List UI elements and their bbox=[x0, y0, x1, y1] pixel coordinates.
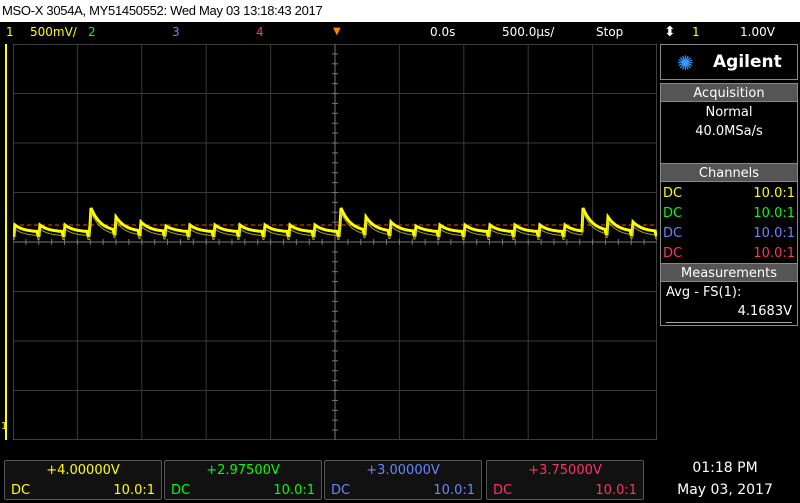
channel-probe-ratio: 10.0:1 bbox=[753, 226, 795, 241]
channel-4-offset-box[interactable]: +3.75000V DC 10.0:1 bbox=[486, 460, 644, 500]
ch1-ground-marker[interactable]: 1 bbox=[1, 421, 7, 432]
ch3-number[interactable]: 3 bbox=[172, 22, 180, 42]
channel-offset: +4.00000V bbox=[46, 463, 120, 478]
sample-rate: 40.0MSa/s bbox=[695, 124, 763, 139]
side-panel: ✺ Agilent Acquisition Normal 40.0MSa/s C… bbox=[660, 44, 800, 440]
ch4-number[interactable]: 4 bbox=[256, 22, 264, 42]
ch1-scale[interactable]: 500mV/ bbox=[30, 22, 77, 42]
channel-1-offset-box[interactable]: +4.00000V DC 10.0:1 bbox=[4, 460, 162, 500]
channel-probe-ratio: 10.0:1 bbox=[753, 186, 795, 201]
channel-probe-ratio: 10.0:1 bbox=[113, 483, 155, 498]
clock-date: May 03, 2017 bbox=[677, 482, 773, 498]
trigger-level[interactable]: 1.00V bbox=[740, 22, 775, 42]
channel-coupling: DC bbox=[171, 483, 191, 498]
time-scale[interactable]: 500.0µs/ bbox=[502, 22, 554, 42]
channel-coupling: DC bbox=[663, 226, 683, 241]
channel-4-row[interactable]: DC 10.0:1 bbox=[663, 244, 795, 264]
channel-offset: +3.00000V bbox=[366, 463, 440, 478]
channel-offset: +3.75000V bbox=[528, 463, 602, 478]
brand-box: ✺ Agilent bbox=[660, 44, 798, 80]
window-title: MSO-X 3054A, MY51450552: Wed May 03 13:1… bbox=[0, 0, 800, 22]
clock: 01:18 PM May 03, 2017 bbox=[650, 456, 800, 498]
left-marker-strip: 1 bbox=[0, 44, 13, 440]
measurement-underline bbox=[666, 322, 792, 323]
trigger-channel[interactable]: 1 bbox=[692, 22, 700, 42]
ch1-number[interactable]: 1 bbox=[6, 22, 14, 42]
run-state[interactable]: Stop bbox=[596, 22, 623, 42]
channel-probe-ratio: 10.0:1 bbox=[753, 206, 795, 221]
acquisition-mode: Normal bbox=[705, 105, 753, 120]
channel-1-row[interactable]: DC 10.0:1 bbox=[663, 184, 795, 204]
clock-time: 01:18 PM bbox=[692, 460, 758, 476]
measurement-value: 4.1683V bbox=[737, 304, 792, 319]
channel-probe-ratio: 10.0:1 bbox=[433, 483, 475, 498]
channel-coupling: DC bbox=[663, 246, 683, 261]
waveform-display[interactable] bbox=[13, 44, 657, 440]
channel-coupling: DC bbox=[331, 483, 351, 498]
trigger-position-icon: ▼ bbox=[333, 26, 341, 37]
channel-probe-ratio: 10.0:1 bbox=[273, 483, 315, 498]
channel-probe-ratio: 10.0:1 bbox=[595, 483, 637, 498]
channel-coupling: DC bbox=[663, 206, 683, 221]
channel-coupling: DC bbox=[663, 186, 683, 201]
channel-2-offset-box[interactable]: +2.97500V DC 10.0:1 bbox=[164, 460, 322, 500]
brand-name: Agilent bbox=[713, 52, 782, 72]
time-delay[interactable]: 0.0s bbox=[430, 22, 455, 42]
measurement-name: Avg - FS(1): bbox=[666, 285, 742, 300]
channel-coupling: DC bbox=[11, 483, 31, 498]
ch1-offset-bar bbox=[5, 44, 7, 440]
status-row: 1 500mV/ 2 3 4 ▼ 0.0s 500.0µs/ Stop ⬍ 1 … bbox=[0, 22, 800, 42]
ch2-number[interactable]: 2 bbox=[88, 22, 96, 42]
channel-probe-ratio: 10.0:1 bbox=[753, 246, 795, 261]
channel-coupling: DC bbox=[493, 483, 513, 498]
channel-3-row[interactable]: DC 10.0:1 bbox=[663, 224, 795, 244]
acquisition-header[interactable]: Acquisition bbox=[660, 83, 798, 102]
channels-header[interactable]: Channels bbox=[660, 163, 798, 182]
agilent-spark-icon: ✺ bbox=[677, 51, 694, 75]
channel-2-row[interactable]: DC 10.0:1 bbox=[663, 204, 795, 224]
measurements-header[interactable]: Measurements bbox=[660, 263, 798, 282]
trigger-edge-icon: ⬍ bbox=[664, 24, 676, 40]
channel-offset: +2.97500V bbox=[206, 463, 280, 478]
channel-3-offset-box[interactable]: +3.00000V DC 10.0:1 bbox=[324, 460, 482, 500]
bottom-bar: 01:18 PM May 03, 2017 +4.00000V DC 10.0:1 +… bbox=[0, 456, 800, 503]
